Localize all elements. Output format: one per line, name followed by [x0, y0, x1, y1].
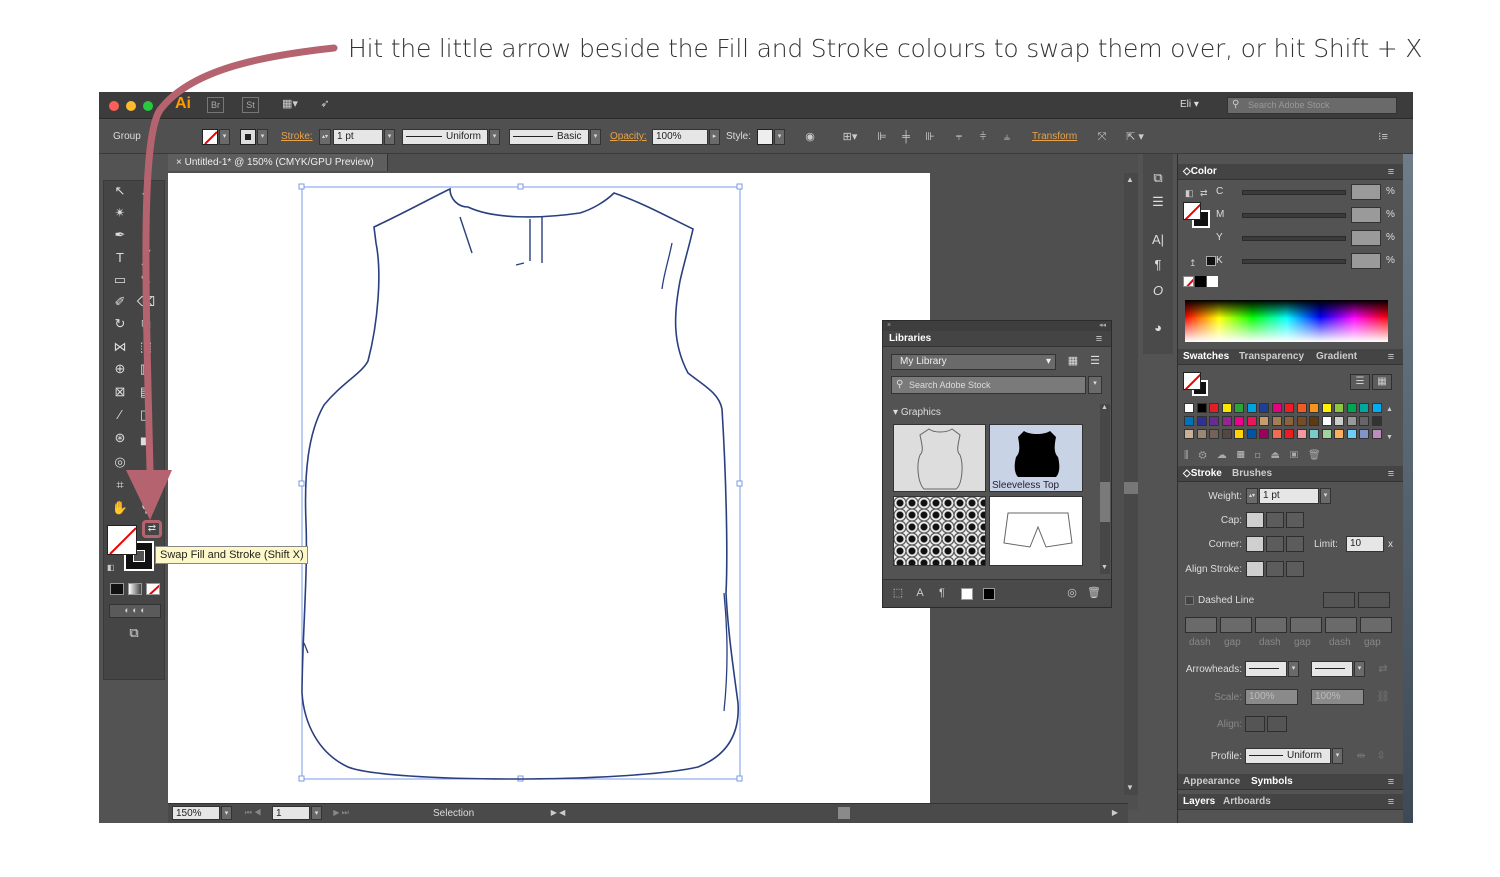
swap-fill-stroke-tooltip: Swap Fill and Stroke (Shift X) — [155, 546, 308, 564]
color-panel-fill[interactable] — [1183, 202, 1201, 220]
annotation-arrow — [126, 44, 338, 520]
screenshot: Hit the little arrow beside the Fill and… — [0, 0, 1500, 877]
fill-swatch[interactable] — [107, 525, 137, 555]
swatches-fill[interactable] — [1183, 372, 1201, 390]
